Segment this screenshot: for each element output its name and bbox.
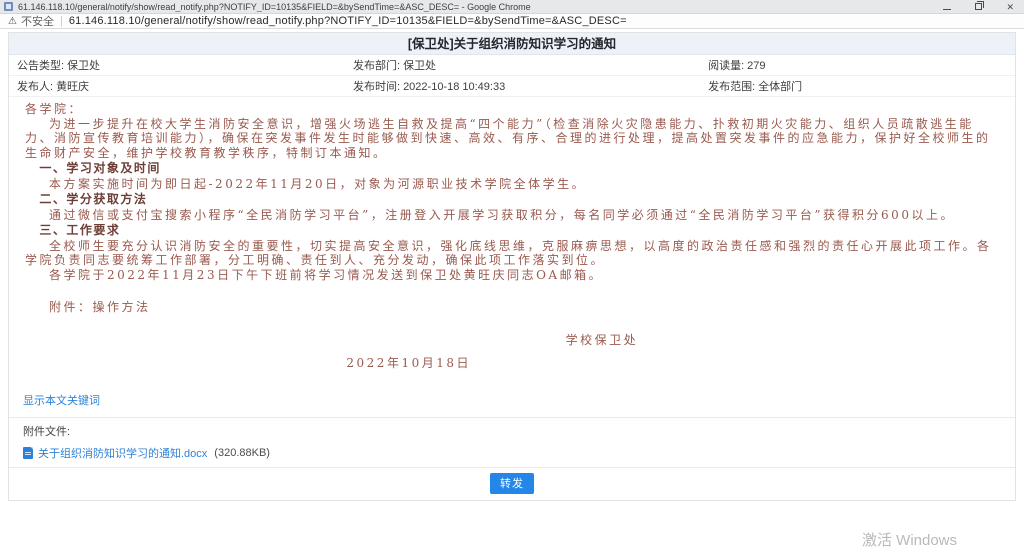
- body-heading: 三、工作要求: [25, 223, 999, 238]
- meta-publisher: 发布人:黄旺庆: [9, 78, 345, 94]
- meta-value: 保卫处: [403, 60, 436, 72]
- body-paragraph: 全校师生要充分认识消防安全的重要性，切实提高安全意识，强化底线思维，克服麻痹思想…: [25, 239, 999, 268]
- body-paragraph: 本方案实施时间为即日起-2022年11月20日，对象为河源职业技术学院全体学生。: [25, 177, 999, 192]
- meta-label: 发布部门:: [353, 60, 400, 72]
- meta-publish-scope: 发布范围:全体部门: [700, 78, 1015, 94]
- attachments-label: 附件文件:: [23, 423, 1001, 439]
- window-titlebar: 61.146.118.10/general/notify/show/read_n…: [0, 0, 1024, 14]
- attachment-link[interactable]: 关于组织消防知识学习的通知.docx: [38, 445, 207, 461]
- meta-label: 阅读量:: [708, 60, 744, 72]
- address-bar[interactable]: ⚠ 不安全 | 61.146.118.10/general/notify/sho…: [0, 14, 1024, 29]
- body-paragraph: 通过微信或支付宝搜索小程序“全民消防学习平台”，注册登入开展学习获取积分，每名同…: [25, 208, 999, 223]
- attachments-section: 附件文件: 关于组织消防知识学习的通知.docx (320.88KB): [9, 417, 1015, 467]
- meta-value: 2022-10-18 10:49:33: [403, 81, 505, 93]
- close-button[interactable]: ✕: [1006, 0, 1014, 14]
- signature-date: 2022年10月18日: [346, 354, 999, 371]
- site-favicon: [4, 2, 13, 11]
- meta-value: 全体部门: [758, 81, 802, 93]
- body-paragraph: 各学院：: [25, 102, 999, 117]
- meta-notice-type: 公告类型:保卫处: [9, 57, 345, 73]
- meta-value: 保卫处: [67, 60, 100, 72]
- signature-name: 学校保卫处: [566, 331, 999, 348]
- attachment-item: 关于组织消防知识学习的通知.docx (320.88KB): [23, 445, 1001, 461]
- show-keywords-link[interactable]: 显示本文关键词: [23, 395, 100, 407]
- meta-label: 公告类型:: [17, 60, 64, 72]
- screen: { "browser": { "window_title": "61.146.1…: [0, 0, 1024, 554]
- meta-publish-dept: 发布部门:保卫处: [345, 57, 700, 73]
- meta-label: 发布范围:: [708, 81, 755, 93]
- minimize-icon: [943, 5, 951, 10]
- address-separator: |: [60, 15, 63, 27]
- window-title: 61.146.118.10/general/notify/show/read_n…: [18, 2, 531, 12]
- url-text[interactable]: 61.146.118.10/general/notify/show/read_n…: [69, 15, 627, 27]
- restore-button[interactable]: [975, 0, 982, 14]
- meta-row-1: 公告类型:保卫处 发布部门:保卫处 阅读量:279: [9, 55, 1015, 76]
- button-row: 转发: [9, 467, 1015, 500]
- body-heading: 一、学习对象及时间: [25, 161, 999, 176]
- meta-value: 279: [747, 60, 765, 72]
- keywords-row: 显示本文关键词: [9, 391, 1015, 417]
- meta-label: 发布时间:: [353, 81, 400, 93]
- security-warning-icon: ⚠: [8, 14, 17, 29]
- notice-title: [保卫处]关于组织消防知识学习的通知: [9, 33, 1015, 55]
- forward-button[interactable]: 转发: [490, 473, 534, 494]
- notice-body: 各学院：为进一步提升在校大学生消防安全意识，增强火场逃生自救及提高“四个能力”（…: [9, 97, 1015, 315]
- meta-label: 发布人:: [17, 81, 53, 93]
- minimize-button[interactable]: [943, 0, 951, 14]
- notice-box: [保卫处]关于组织消防知识学习的通知 公告类型:保卫处 发布部门:保卫处 阅读量…: [8, 32, 1016, 501]
- window-controls: ✕: [943, 0, 1014, 14]
- meta-read-count: 阅读量:279: [700, 57, 1015, 73]
- body-paragraph: 各学院于2022年11月23日下午下班前将学习情况发送到保卫处黄旺庆同志OA邮箱…: [25, 268, 999, 283]
- security-label[interactable]: 不安全: [21, 13, 54, 29]
- page-content: [保卫处]关于组织消防知识学习的通知 公告类型:保卫处 发布部门:保卫处 阅读量…: [0, 29, 1024, 553]
- attachment-size: (320.88KB): [214, 447, 270, 459]
- signature-block: 学校保卫处 2022年10月18日: [9, 331, 1015, 371]
- body-paragraph: 附件：操作方法: [25, 300, 999, 315]
- body-paragraph: 为进一步提升在校大学生消防安全意识，增强火场逃生自救及提高“四个能力”（检查消除…: [25, 117, 999, 161]
- watermark-title: 激活 Windows: [862, 529, 992, 550]
- document-file-icon: [23, 447, 33, 459]
- body-heading: 二、学分获取方法: [25, 192, 999, 207]
- meta-row-2: 发布人:黄旺庆 发布时间:2022-10-18 10:49:33 发布范围:全体…: [9, 76, 1015, 97]
- meta-value: 黄旺庆: [56, 81, 89, 93]
- restore-icon: [975, 3, 982, 10]
- windows-activation-watermark: 激活 Windows 转到“设置”以激活 Windows。: [862, 529, 992, 554]
- meta-publish-time: 发布时间:2022-10-18 10:49:33: [345, 78, 700, 94]
